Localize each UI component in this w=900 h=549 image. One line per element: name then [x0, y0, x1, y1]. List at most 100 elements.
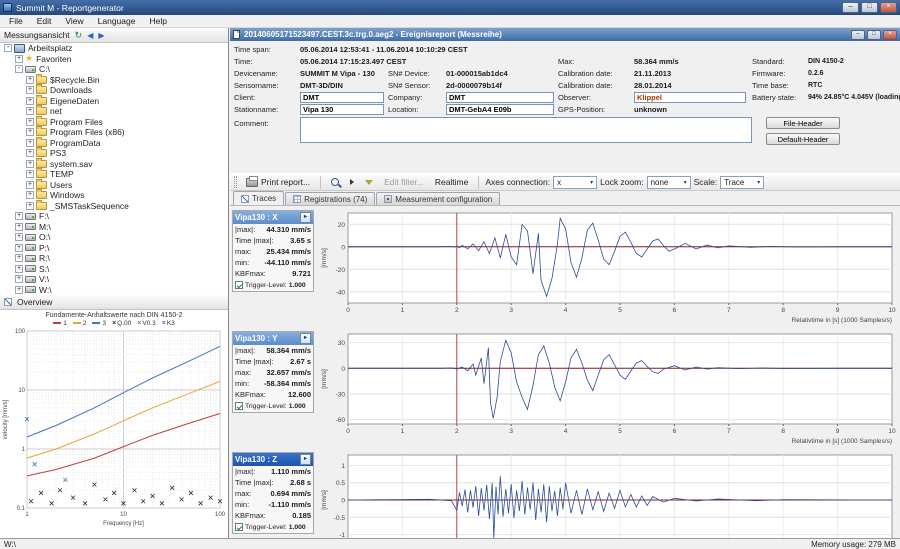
expand-icon[interactable]: +: [26, 170, 34, 178]
expand-icon[interactable]: ▸: [300, 333, 311, 344]
expand-icon[interactable]: +: [26, 191, 34, 199]
tree-item[interactable]: +S:\: [0, 264, 228, 275]
trace-chart-z[interactable]: -1-0.500.51012345678910[mm/s]Relativtime…: [318, 450, 898, 549]
expand-icon[interactable]: +: [26, 139, 34, 147]
menu-edit[interactable]: Edit: [30, 15, 59, 28]
expand-icon[interactable]: ▸: [300, 212, 311, 223]
tree-item[interactable]: +$Recycle.Bin: [0, 75, 228, 86]
expand-icon[interactable]: +: [15, 212, 23, 220]
tree-item[interactable]: +Windows: [0, 190, 228, 201]
doc-minimize-button[interactable]: –: [851, 30, 865, 40]
collapse-icon[interactable]: -: [15, 65, 23, 73]
channel-panel-y[interactable]: Vipa130 : Y ▸ |max|:58.364 mm/s Time |ma…: [232, 331, 314, 413]
expand-icon[interactable]: +: [26, 76, 34, 84]
realtime-button[interactable]: Realtime: [431, 176, 473, 188]
lock-zoom-select[interactable]: none ▾: [647, 176, 691, 189]
trace-chart-x[interactable]: -40-20020012345678910[mm/s]Relativtime i…: [318, 208, 898, 325]
default-header-button[interactable]: Default-Header: [766, 133, 840, 145]
expand-icon[interactable]: +: [26, 181, 34, 189]
expand-icon[interactable]: +: [15, 254, 23, 262]
channel-panel-z[interactable]: Vipa130 : Z ▸ |max|:1.110 mm/s Time |max…: [232, 452, 314, 534]
expand-icon[interactable]: +: [15, 55, 23, 63]
doc-maximize-button[interactable]: □: [867, 30, 881, 40]
expand-icon[interactable]: +: [26, 160, 34, 168]
tree-item[interactable]: +Users: [0, 180, 228, 191]
tree-item[interactable]: -C:\: [0, 64, 228, 75]
tree-item[interactable]: +system.sav: [0, 159, 228, 170]
overview-chart[interactable]: 1101000.1110100velocity [mm/s]Frequency …: [0, 328, 226, 528]
channel-header-x[interactable]: Vipa130 : X ▸: [233, 211, 313, 224]
filter-tool-button[interactable]: [361, 179, 377, 186]
file-header-button[interactable]: File-Header: [766, 117, 840, 129]
tree-item[interactable]: -Arbeitsplatz: [0, 43, 228, 54]
expand-icon[interactable]: +: [15, 286, 23, 294]
tab-registrations[interactable]: Registrations (74): [285, 192, 375, 205]
edit-filter-button[interactable]: Edit filter...: [380, 176, 428, 188]
tree-item[interactable]: +F:\: [0, 211, 228, 222]
tree-item[interactable]: +ProgramData: [0, 138, 228, 149]
tree-item[interactable]: +EigeneDaten: [0, 96, 228, 107]
tree-item[interactable]: +M:\: [0, 222, 228, 233]
refresh-icon[interactable]: ↻: [75, 31, 83, 40]
scale-label: Scale:: [694, 177, 718, 187]
folder-tree[interactable]: -Arbeitsplatz+★Favoriten-C:\+$Recycle.Bi…: [0, 43, 228, 295]
tree-item[interactable]: +★Favoriten: [0, 54, 228, 65]
menu-file[interactable]: File: [2, 15, 30, 28]
scale-select[interactable]: Trace ▾: [720, 176, 764, 189]
print-report-button[interactable]: Print report...: [242, 176, 314, 188]
menu-view[interactable]: View: [58, 15, 90, 28]
expand-icon[interactable]: ▸: [300, 454, 311, 465]
expand-icon[interactable]: +: [26, 97, 34, 105]
expand-icon[interactable]: +: [26, 128, 34, 136]
close-button[interactable]: ×: [880, 2, 897, 13]
menu-help[interactable]: Help: [142, 15, 173, 28]
tree-item[interactable]: +P:\: [0, 243, 228, 254]
expand-icon[interactable]: +: [15, 233, 23, 241]
pointer-tool-button[interactable]: [346, 178, 358, 186]
channel-header-z[interactable]: Vipa130 : Z ▸: [233, 453, 313, 466]
expand-icon[interactable]: +: [26, 118, 34, 126]
tree-item[interactable]: +V:\: [0, 274, 228, 285]
trigger-level-checkbox[interactable]: [235, 281, 243, 289]
observer-input[interactable]: [634, 92, 746, 103]
expand-icon[interactable]: +: [26, 86, 34, 94]
tab-traces[interactable]: Traces: [233, 191, 284, 205]
axes-connection-select[interactable]: x ▾: [553, 176, 597, 189]
tree-item[interactable]: +Program Files: [0, 117, 228, 128]
trigger-level-checkbox[interactable]: [235, 523, 243, 531]
trace-chart-y[interactable]: -60-30030012345678910[mm/s]Relativtime i…: [318, 329, 898, 446]
trigger-level-checkbox[interactable]: [235, 402, 243, 410]
expand-icon[interactable]: +: [15, 223, 23, 231]
expand-icon[interactable]: +: [26, 202, 34, 210]
maximize-button[interactable]: □: [861, 2, 878, 13]
location-input[interactable]: [446, 104, 554, 115]
tree-item[interactable]: +O:\: [0, 232, 228, 243]
forward-icon[interactable]: ▶: [98, 31, 104, 40]
stationname-input[interactable]: [300, 104, 384, 115]
tree-item[interactable]: +PS3: [0, 148, 228, 159]
expand-icon[interactable]: +: [26, 107, 34, 115]
tree-item[interactable]: +Downloads: [0, 85, 228, 96]
tree-item[interactable]: +net: [0, 106, 228, 117]
tree-item[interactable]: +W:\: [0, 285, 228, 296]
expand-icon[interactable]: +: [26, 149, 34, 157]
tree-item[interactable]: +R:\: [0, 253, 228, 264]
client-input[interactable]: [300, 92, 384, 103]
channel-panel-x[interactable]: Vipa130 : X ▸ |max|:44.310 mm/s Time |ma…: [232, 210, 314, 292]
minimize-button[interactable]: –: [842, 2, 859, 13]
tree-item[interactable]: +_SMSTaskSequence: [0, 201, 228, 212]
zoom-tool-button[interactable]: [327, 177, 343, 187]
expand-icon[interactable]: +: [15, 265, 23, 273]
expand-icon[interactable]: +: [15, 244, 23, 252]
expand-icon[interactable]: +: [15, 275, 23, 283]
tree-item[interactable]: +TEMP: [0, 169, 228, 180]
doc-close-button[interactable]: ×: [883, 30, 897, 40]
collapse-icon[interactable]: -: [4, 44, 12, 52]
company-input[interactable]: [446, 92, 554, 103]
tree-item[interactable]: +Program Files (x86): [0, 127, 228, 138]
comment-textarea[interactable]: [300, 117, 752, 143]
back-icon[interactable]: ◀: [87, 31, 93, 40]
tab-measurement-configuration[interactable]: Measurement configuration: [376, 192, 500, 205]
menu-language[interactable]: Language: [91, 15, 143, 28]
channel-header-y[interactable]: Vipa130 : Y ▸: [233, 332, 313, 345]
